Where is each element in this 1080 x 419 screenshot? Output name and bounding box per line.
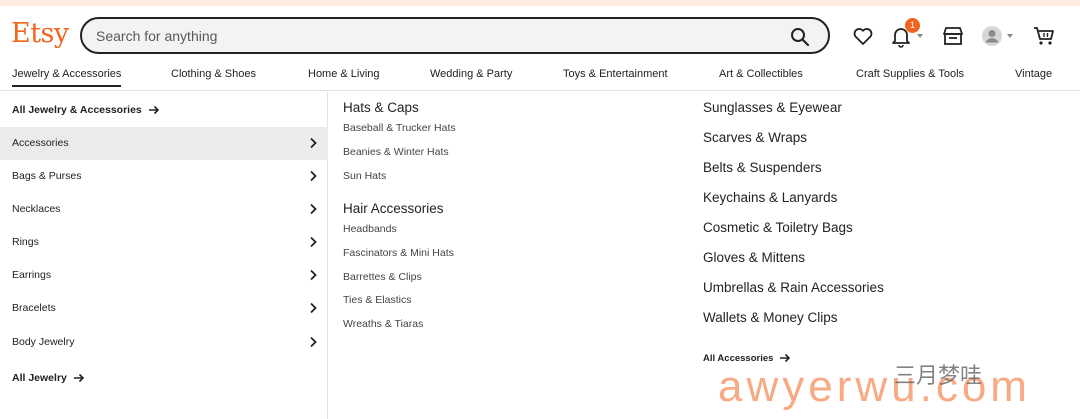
sidebar-item-body-jewelry[interactable]: Body Jewelry xyxy=(0,326,328,359)
sidebar-item-necklaces[interactable]: Necklaces xyxy=(0,193,328,226)
link-cosmetic-toiletry-bags[interactable]: Cosmetic & Toiletry Bags xyxy=(703,220,853,235)
link-ties-elastics[interactable]: Ties & Elastics xyxy=(343,294,411,306)
chevron-right-icon xyxy=(310,137,317,149)
sidebar-item-label: Bags & Purses xyxy=(12,170,82,182)
subcategory-sidebar: All Jewelry & Accessories Accessories Ba… xyxy=(0,92,328,419)
chevron-right-icon xyxy=(310,170,317,182)
notification-badge: 1 xyxy=(905,18,920,33)
sidebar-item-bags-purses[interactable]: Bags & Purses xyxy=(0,160,328,193)
sidebar-item-label: Body Jewelry xyxy=(12,336,75,348)
tab-wedding-party[interactable]: Wedding & Party xyxy=(430,68,512,80)
arrow-right-icon xyxy=(148,106,159,115)
sidebar-item-label: Bracelets xyxy=(12,302,56,314)
search-input[interactable] xyxy=(96,26,776,46)
link-wallets-money-clips[interactable]: Wallets & Money Clips xyxy=(703,310,838,325)
sidebar-item-rings[interactable]: Rings xyxy=(0,226,328,259)
link-belts-suspenders[interactable]: Belts & Suspenders xyxy=(703,160,822,175)
arrow-right-icon xyxy=(73,374,84,383)
sidebar-item-earrings[interactable]: Earrings xyxy=(0,259,328,292)
tab-jewelry-accessories[interactable]: Jewelry & Accessories xyxy=(12,68,122,87)
link-barrettes-clips[interactable]: Barrettes & Clips xyxy=(343,271,422,283)
link-headbands[interactable]: Headbands xyxy=(343,223,397,235)
all-jewelry-accessories-label: All Jewelry & Accessories xyxy=(12,104,142,116)
sidebar-item-bracelets[interactable]: Bracelets xyxy=(0,292,328,325)
link-umbrellas-rain-accessories[interactable]: Umbrellas & Rain Accessories xyxy=(703,280,884,295)
tab-toys-entertainment[interactable]: Toys & Entertainment xyxy=(563,68,668,80)
watermark-text: awyerwu.com xyxy=(718,362,1031,411)
group-heading-hair-accessories[interactable]: Hair Accessories xyxy=(343,201,444,216)
category-nav: Jewelry & Accessories Clothing & Shoes H… xyxy=(0,64,1080,91)
all-jewelry-link[interactable]: All Jewelry xyxy=(12,372,85,384)
chevron-right-icon xyxy=(310,203,317,215)
sidebar-item-accessories[interactable]: Accessories xyxy=(0,127,328,160)
link-scarves-wraps[interactable]: Scarves & Wraps xyxy=(703,130,807,145)
link-sun-hats[interactable]: Sun Hats xyxy=(343,170,386,182)
tab-craft-supplies[interactable]: Craft Supplies & Tools xyxy=(856,68,964,80)
link-sunglasses-eyewear[interactable]: Sunglasses & Eyewear xyxy=(703,100,842,115)
shop-icon[interactable] xyxy=(941,24,965,48)
chevron-right-icon xyxy=(310,336,317,348)
link-keychains-lanyards[interactable]: Keychains & Lanyards xyxy=(703,190,837,205)
chevron-right-icon xyxy=(310,302,317,314)
heart-icon[interactable] xyxy=(851,24,875,48)
all-jewelry-accessories-link[interactable]: All Jewelry & Accessories xyxy=(12,104,160,116)
search-bar[interactable] xyxy=(80,17,830,54)
chevron-down-icon[interactable] xyxy=(917,34,923,38)
chevron-right-icon xyxy=(310,269,317,281)
site-header: Etsy 1 xyxy=(0,6,1080,64)
link-wreaths-tiaras[interactable]: Wreaths & Tiaras xyxy=(343,318,423,330)
chevron-right-icon xyxy=(310,236,317,248)
sidebar-item-label: Necklaces xyxy=(12,203,61,215)
tab-clothing-shoes[interactable]: Clothing & Shoes xyxy=(171,68,256,80)
sidebar-item-label: Rings xyxy=(12,236,39,248)
chevron-down-icon[interactable] xyxy=(1007,34,1013,38)
all-jewelry-label: All Jewelry xyxy=(12,372,67,384)
tab-home-living[interactable]: Home & Living xyxy=(308,68,380,80)
watermark-cn: 三月梦哇 xyxy=(894,364,983,389)
sidebar-item-label: Accessories xyxy=(12,137,69,149)
etsy-logo[interactable]: Etsy xyxy=(11,18,69,49)
search-icon[interactable] xyxy=(790,27,810,47)
tab-art-collectibles[interactable]: Art & Collectibles xyxy=(719,68,803,80)
avatar-icon[interactable] xyxy=(980,24,1004,48)
tab-vintage[interactable]: Vintage xyxy=(1015,68,1052,80)
sidebar-item-label: Earrings xyxy=(12,269,52,281)
cart-icon[interactable] xyxy=(1032,24,1056,48)
group-heading-hats-caps[interactable]: Hats & Caps xyxy=(343,100,419,115)
link-beanies-winter-hats[interactable]: Beanies & Winter Hats xyxy=(343,146,449,158)
link-fascinators-mini-hats[interactable]: Fascinators & Mini Hats xyxy=(343,247,454,259)
link-gloves-mittens[interactable]: Gloves & Mittens xyxy=(703,250,805,265)
link-baseball-trucker-hats[interactable]: Baseball & Trucker Hats xyxy=(343,122,456,134)
